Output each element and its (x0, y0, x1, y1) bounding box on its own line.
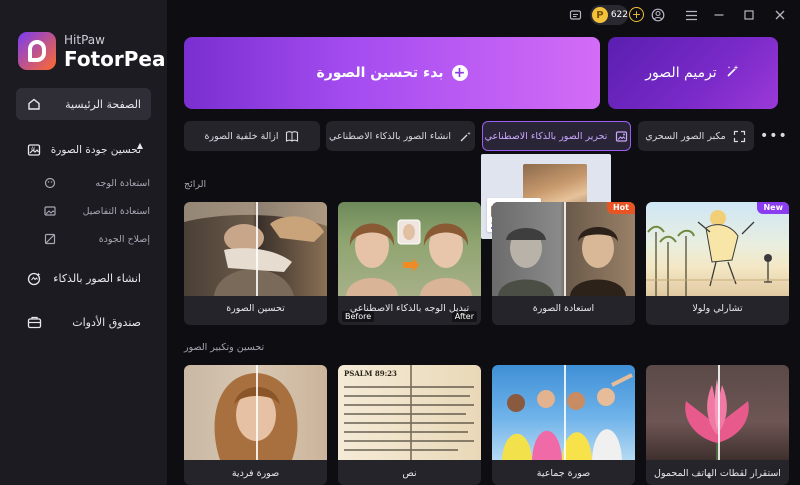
start-enhance-button[interactable]: بدء تحسين الصورة + (184, 37, 600, 109)
more-options-icon[interactable]: ••• (760, 128, 788, 144)
card-caption: صورة جماعية (536, 468, 591, 479)
plus-circle-icon: + (451, 65, 468, 81)
maximize-icon[interactable] (741, 7, 757, 23)
chip-magic-enlarger[interactable]: مكبر الصور السحري (638, 121, 754, 151)
sidebar-subitem-label: استعادة الوجه (95, 177, 150, 189)
add-credits-button[interactable]: + (629, 7, 644, 22)
sparkle-wand-icon (458, 129, 472, 143)
credits-count: 622 (610, 10, 628, 20)
card-image (492, 365, 635, 460)
photo-restore-button[interactable]: ترميم الصور (608, 37, 778, 109)
card-image (646, 365, 789, 460)
magic-wand-icon (725, 63, 741, 83)
feedback-icon[interactable] (567, 7, 583, 23)
image-details-icon (44, 205, 56, 217)
card-image (646, 202, 789, 296)
credits-badge[interactable]: P 622 (590, 5, 628, 25)
card-charlie-lola[interactable]: New تشارلي ولولا (646, 202, 789, 325)
compare-divider[interactable] (256, 202, 258, 296)
card-caption: نص (402, 468, 417, 479)
compare-divider[interactable] (564, 202, 566, 296)
chevron-up-icon[interactable]: ▲ (137, 141, 143, 150)
card-text[interactable]: PSALM 89:23 نص (338, 365, 481, 485)
sidebar: HitPaw FotorPea الصفحة الرئيسية AI تحسين… (0, 0, 167, 485)
compare-divider[interactable] (256, 365, 258, 460)
card-image (184, 365, 327, 460)
chip-remove-background[interactable]: ازالة خلفية الصورة (184, 121, 320, 151)
ai-create-icon (26, 270, 42, 286)
quality-fix-icon (44, 233, 56, 245)
app-logo: HitPaw FotorPea (18, 32, 165, 70)
book-icon (285, 129, 299, 143)
sidebar-item-enhance[interactable]: AI تحسين جودة الصورة ▲ (16, 135, 151, 165)
ai-edit-icon (614, 129, 628, 143)
section-title-enhance-enlarge: تحسين وتكبير الصور (184, 342, 265, 353)
card-photo-restore[interactable]: Hot استعادة الصورة (492, 202, 635, 325)
photo-restore-label: ترميم الصور (645, 65, 717, 81)
card-group-photo[interactable]: صورة جماعية (492, 365, 635, 485)
enhance-photo-icon: AI (26, 142, 42, 158)
sidebar-item-label: انشاء الصور بالذكاء (53, 271, 141, 285)
card-image (492, 202, 635, 296)
sidebar-item-label: تحسين جودة الصورة (50, 143, 141, 156)
card-caption: تشارلي ولولا (692, 303, 743, 314)
sidebar-item-home[interactable]: الصفحة الرئيسية (16, 88, 151, 120)
card-ai-face-swap[interactable]: Before After تبديل الوجه بالذكاء الاصطنا… (338, 202, 481, 325)
face-restore-icon (44, 177, 56, 189)
hot-badge: Hot (606, 202, 635, 214)
sidebar-item-label: صندوق الأدوات (72, 315, 141, 329)
chip-label: مكبر الصور السحري (645, 130, 726, 142)
toolbox-icon (26, 314, 42, 330)
new-badge: New (757, 202, 789, 214)
app-name-big: FotorPea (64, 46, 166, 71)
account-icon[interactable] (650, 7, 666, 23)
chip-label: انشاء الصور بالذكاء الاصطناعي (328, 130, 451, 142)
card-caption: تبديل الوجه بالذكاء الاصطناعي (349, 303, 470, 314)
card-image: PSALM 89:23 (338, 365, 481, 460)
card-caption: استقرار لقطات الهاتف المحمول (654, 468, 781, 479)
expand-icon (733, 129, 747, 143)
home-icon (26, 96, 42, 112)
card-image (184, 202, 327, 296)
compare-divider[interactable] (718, 365, 720, 460)
card-caption: صورة فردية (231, 468, 280, 479)
compare-divider[interactable] (564, 365, 566, 460)
sidebar-subitem-quality[interactable]: إصلاح الجودة (44, 233, 150, 245)
fotorpea-logo-icon (18, 32, 56, 70)
start-enhance-label: بدء تحسين الصورة (316, 65, 444, 81)
card-caption: استعادة الصورة (532, 303, 595, 314)
minimize-icon[interactable] (711, 7, 727, 23)
card-image (338, 202, 481, 296)
sidebar-subitem-face[interactable]: استعادة الوجه (44, 177, 150, 189)
sidebar-subitem-label: إصلاح الجودة (98, 233, 150, 245)
menu-icon[interactable] (683, 7, 699, 23)
chip-ai-create[interactable]: انشاء الصور بالذكاء الاصطناعي (326, 121, 475, 151)
card-photo-enhance[interactable]: تحسين الصورة (184, 202, 327, 325)
sidebar-item-label: الصفحة الرئيسية (65, 97, 141, 111)
svg-text:AI: AI (31, 146, 35, 152)
section-title-popular: الرائج (184, 179, 207, 190)
chip-label: ازالة خلفية الصورة (204, 130, 279, 142)
card-portrait[interactable]: صورة فردية (184, 365, 327, 485)
card-mobile-stabilize[interactable]: استقرار لقطات الهاتف المحمول (646, 365, 789, 485)
compare-divider[interactable] (410, 365, 412, 460)
close-icon[interactable] (772, 7, 788, 23)
chip-ai-photo-edit[interactable]: تحرير الصور بالذكاء الاصطناعي (482, 121, 631, 151)
coin-icon: P (592, 7, 608, 23)
app-name-small: HitPaw (64, 32, 105, 47)
sidebar-item-toolbox[interactable]: صندوق الأدوات (16, 310, 151, 334)
chip-label: تحرير الصور بالذكاء الاصطناعي (484, 130, 608, 142)
sidebar-subitem-label: استعادة التفاصيل (82, 205, 150, 217)
sidebar-subitem-details[interactable]: استعادة التفاصيل (44, 205, 150, 217)
card-caption: تحسين الصورة (226, 303, 285, 314)
sidebar-item-ai-create[interactable]: انشاء الصور بالذكاء (16, 266, 151, 290)
